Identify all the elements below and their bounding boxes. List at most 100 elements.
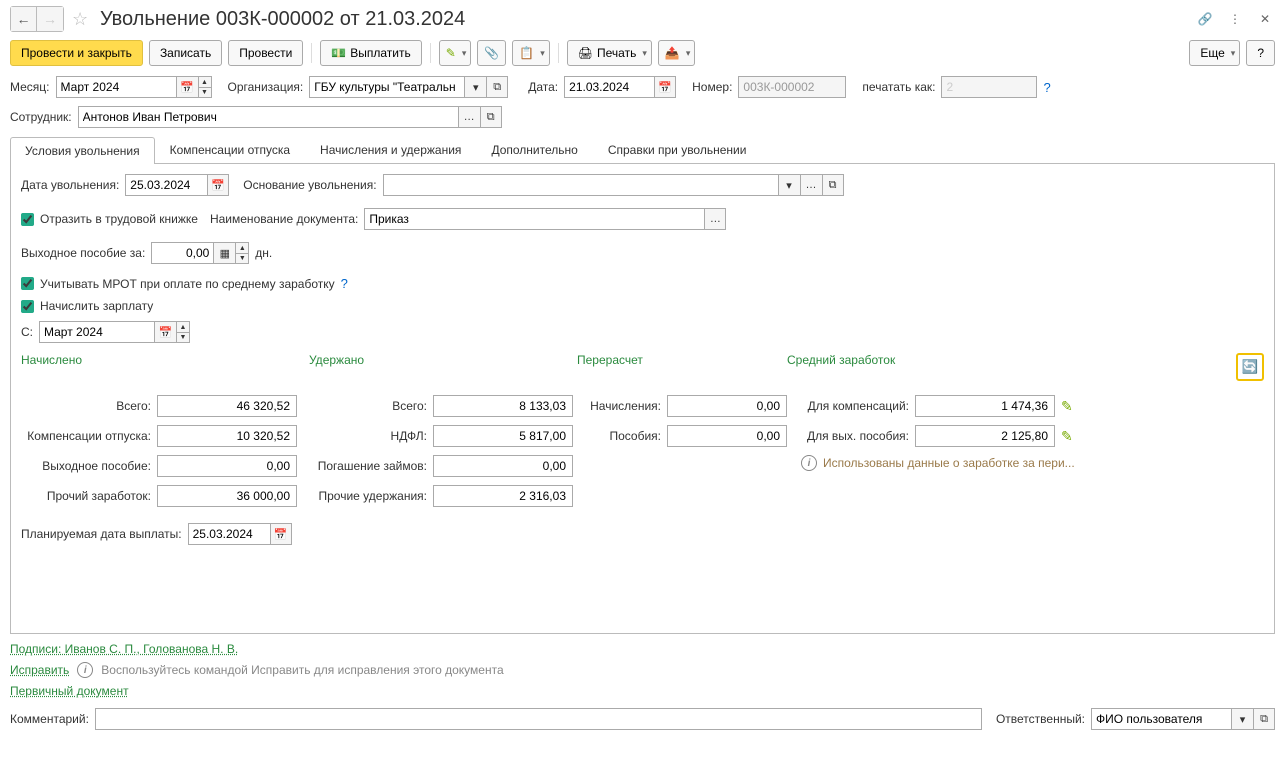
avg-comp[interactable]	[915, 395, 1055, 417]
reason-dropdown-icon[interactable]: ▾	[778, 174, 800, 196]
post-button[interactable]: Провести	[228, 40, 303, 66]
refresh-button[interactable]: 🔄	[1236, 353, 1264, 381]
post-close-button[interactable]: Провести и закрыть	[10, 40, 143, 66]
date-calendar-icon[interactable]: 📅	[654, 76, 676, 98]
month-up[interactable]: ▲	[198, 76, 212, 87]
signatures-link[interactable]: Подписи: Иванов С. П., Голованова Н. В.	[10, 642, 238, 656]
avg-header: Средний заработок	[787, 353, 895, 367]
avg-sev-label: Для вых. пособия:	[801, 429, 909, 443]
tab-conditions[interactable]: Условия увольнения	[10, 137, 155, 164]
tab-accruals[interactable]: Начисления и удержания	[305, 136, 476, 163]
dismissal-date-label: Дата увольнения:	[21, 178, 119, 192]
doc-name-label: Наименование документа:	[210, 212, 358, 226]
avg-comp-edit-icon[interactable]: ✎	[1061, 398, 1073, 415]
star-icon[interactable]: ☆	[72, 9, 92, 29]
from-up[interactable]: ▲	[176, 321, 190, 332]
accrue-salary-checkbox[interactable]	[21, 300, 34, 313]
reason-label: Основание увольнения:	[243, 178, 376, 192]
mrot-label: Учитывать МРОТ при оплате по среднему за…	[40, 277, 335, 291]
workbook-label: Отразить в трудовой книжке	[40, 212, 198, 226]
employee-select-icon[interactable]: …	[458, 106, 480, 128]
org-dropdown-icon[interactable]: ▾	[464, 76, 486, 98]
doc-name-select-icon[interactable]: …	[704, 208, 726, 230]
avg-sev[interactable]	[915, 425, 1055, 447]
avg-sev-edit-icon[interactable]: ✎	[1061, 428, 1073, 445]
recalc-benefits[interactable]	[667, 425, 787, 447]
accrued-other[interactable]	[157, 485, 297, 507]
comment-input[interactable]	[95, 708, 982, 730]
print-button[interactable]: 🖨 Печать▾	[567, 40, 652, 66]
pay-button[interactable]: 💵Выплатить	[320, 40, 421, 66]
doc-name-input[interactable]	[364, 208, 704, 230]
avg-comp-label: Для компенсаций:	[801, 399, 909, 413]
date-input[interactable]	[564, 76, 654, 98]
withheld-loan[interactable]	[433, 455, 573, 477]
month-input[interactable]	[56, 76, 176, 98]
planned-date-calendar-icon[interactable]: 📅	[270, 523, 292, 545]
print-as-help[interactable]: ?	[1043, 80, 1050, 95]
save-button[interactable]: Записать	[149, 40, 222, 66]
tab-certificates[interactable]: Справки при увольнении	[593, 136, 762, 163]
withheld-ndfl[interactable]	[433, 425, 573, 447]
withheld-total[interactable]	[433, 395, 573, 417]
correct-link[interactable]: Исправить	[10, 663, 69, 677]
create-button[interactable]: ✎▾	[439, 40, 472, 66]
recalc-header: Перерасчет	[577, 353, 643, 367]
tab-vacation-comp[interactable]: Компенсации отпуска	[155, 136, 305, 163]
month-label: Месяц:	[10, 80, 50, 94]
accrued-total[interactable]	[157, 395, 297, 417]
from-calendar-icon[interactable]: 📅	[154, 321, 176, 343]
accrued-vacation[interactable]	[157, 425, 297, 447]
link-icon[interactable]: 🔗	[1195, 9, 1215, 29]
from-down[interactable]: ▼	[176, 332, 190, 343]
nav-forward-button[interactable]: →	[37, 7, 63, 31]
reason-open-icon[interactable]: ⧉	[822, 174, 844, 196]
withheld-loan-label: Погашение займов:	[315, 459, 427, 473]
planned-date-input[interactable]	[188, 523, 270, 545]
withheld-total-label: Всего:	[315, 399, 427, 413]
mrot-help[interactable]: ?	[341, 276, 348, 291]
employee-label: Сотрудник:	[10, 110, 72, 124]
number-input	[738, 76, 846, 98]
accrued-header: Начислено	[21, 353, 82, 367]
help-button[interactable]: ?	[1246, 40, 1275, 66]
nav-back-button[interactable]: ←	[11, 7, 37, 31]
reason-select-icon[interactable]: …	[800, 174, 822, 196]
severance-input[interactable]	[151, 242, 213, 264]
responsible-input[interactable]	[1091, 708, 1231, 730]
severance-up[interactable]: ▲	[235, 242, 249, 253]
employee-open-icon[interactable]: ⧉	[480, 106, 502, 128]
from-input[interactable]	[39, 321, 154, 343]
export-button[interactable]: 📤▾	[658, 40, 695, 66]
tab-additional[interactable]: Дополнительно	[476, 136, 592, 163]
mrot-checkbox[interactable]	[21, 277, 34, 290]
employee-input[interactable]	[78, 106, 458, 128]
withheld-other[interactable]	[433, 485, 573, 507]
severance-calc-icon[interactable]: ▦	[213, 242, 235, 264]
copy-button[interactable]: 📋▾	[512, 40, 549, 66]
reason-input[interactable]	[383, 174, 778, 196]
attach-button[interactable]: 📎	[477, 40, 506, 66]
org-input[interactable]	[309, 76, 464, 98]
severance-label: Выходное пособие за:	[21, 246, 145, 260]
source-doc-link[interactable]: Первичный документ	[10, 684, 129, 698]
severance-down[interactable]: ▼	[235, 253, 249, 264]
org-open-icon[interactable]: ⧉	[486, 76, 508, 98]
more-button[interactable]: Еще▾	[1189, 40, 1240, 66]
page-title: Увольнение 003К-000002 от 21.03.2024	[100, 8, 465, 31]
dismissal-date-calendar-icon[interactable]: 📅	[207, 174, 229, 196]
month-down[interactable]: ▼	[198, 87, 212, 98]
recalc-accruals[interactable]	[667, 395, 787, 417]
responsible-dropdown-icon[interactable]: ▾	[1231, 708, 1253, 730]
print-as-input[interactable]	[941, 76, 1037, 98]
menu-icon[interactable]: ⋮	[1225, 9, 1245, 29]
date-label: Дата:	[528, 80, 558, 94]
accrue-salary-label: Начислить зарплату	[40, 299, 153, 313]
month-calendar-icon[interactable]: 📅	[176, 76, 198, 98]
workbook-checkbox[interactable]	[21, 213, 34, 226]
responsible-open-icon[interactable]: ⧉	[1253, 708, 1275, 730]
correct-hint: Воспользуйтесь командой Исправить для ис…	[101, 663, 503, 677]
dismissal-date-input[interactable]	[125, 174, 207, 196]
close-icon[interactable]: ✕	[1255, 9, 1275, 29]
accrued-severance[interactable]	[157, 455, 297, 477]
